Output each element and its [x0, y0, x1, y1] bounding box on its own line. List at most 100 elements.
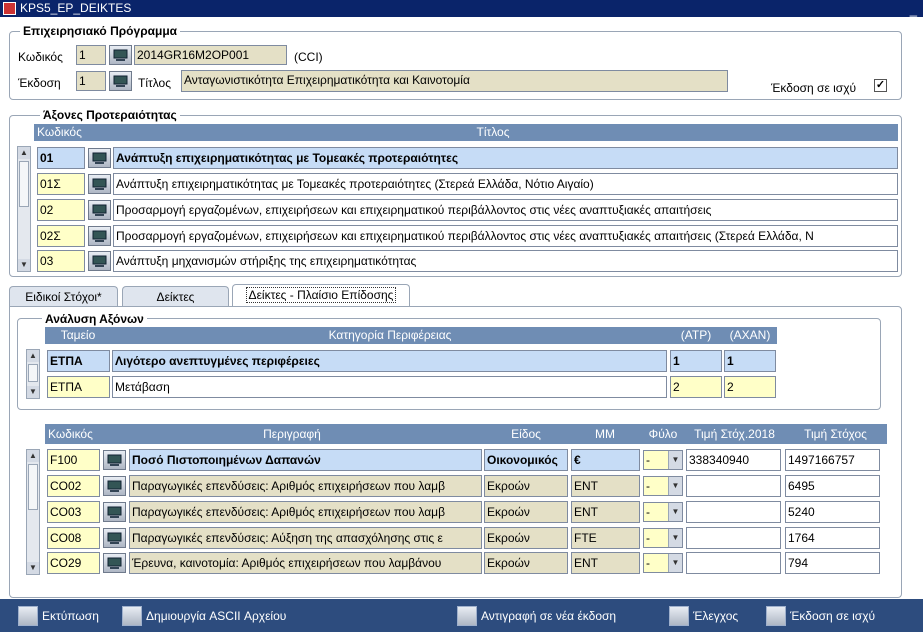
scroll-down-icon[interactable]: ▼ — [27, 386, 39, 398]
version-lov-button[interactable] — [109, 71, 132, 91]
fund-field[interactable]: ΕΤΠΑ — [47, 350, 110, 372]
axes-scrollbar[interactable]: ▲ ▼ — [17, 146, 31, 272]
ind-desc[interactable]: Παραγωγικές επενδύσεις: Αριθμός επιχειρή… — [129, 501, 482, 523]
region-field[interactable]: Λιγότερο ανεπτυγμένες περιφέρειες — [112, 350, 667, 372]
ind-type[interactable]: Εκροών — [484, 501, 568, 523]
scroll-thumb[interactable] — [28, 464, 38, 510]
scroll-down-icon[interactable]: ▼ — [27, 562, 39, 574]
axis-title[interactable]: Προσαρμογή εργαζομένων, επιχειρήσεων και… — [113, 199, 898, 221]
axis-code[interactable]: 02Σ — [37, 225, 85, 247]
scroll-up-icon[interactable]: ▲ — [27, 450, 39, 462]
ind-code[interactable]: CO29 — [47, 552, 100, 574]
ind-target[interactable]: 794 — [785, 552, 880, 574]
ind-type[interactable]: Εκροών — [484, 475, 568, 497]
ind-lov-button[interactable] — [103, 476, 126, 496]
gender-select[interactable]: - ▼ — [643, 528, 683, 548]
cci-field[interactable]: 2014GR16M2OP001 — [134, 45, 287, 65]
ind-desc[interactable]: Ποσό Πιστοποιημένων Δαπανών — [129, 449, 482, 471]
ind-desc[interactable]: Παραγωγικές επενδύσεις: Αύξηση της απασχ… — [129, 527, 482, 549]
version-field[interactable]: 1 — [76, 71, 106, 91]
atp-field[interactable]: 1 — [670, 350, 722, 372]
tab-performance-framework[interactable]: Δείκτες - Πλαίσιο Επίδοσης — [232, 284, 410, 307]
gender-select[interactable]: - ▼ — [643, 476, 683, 496]
ind-desc[interactable]: Παραγωγικές επενδύσεις: Αριθμός επιχειρή… — [129, 475, 482, 497]
minimize-button[interactable]: _ — [910, 1, 917, 18]
axis-code[interactable]: 02 — [37, 199, 85, 221]
analysis-col-atp: (ATP) — [669, 327, 723, 344]
axis-title[interactable]: Ανάπτυξη επιχειρηματικότητας με Τομεακές… — [113, 173, 898, 195]
check-button[interactable]: Έλεγχος — [669, 606, 738, 626]
ind-code[interactable]: CO03 — [47, 501, 100, 523]
program-code-field[interactable]: 1 — [76, 45, 106, 65]
activate-version-button[interactable]: Έκδοση σε ισχύ — [766, 606, 875, 626]
ind-target[interactable]: 1497166757 — [785, 449, 880, 471]
scroll-thumb[interactable] — [19, 161, 29, 207]
ascii-export-button[interactable]: Δημιουργία ASCII Αρχείου — [122, 606, 286, 626]
ind-code[interactable]: CO08 — [47, 527, 100, 549]
ind-lov-button[interactable] — [103, 502, 126, 522]
chevron-down-icon[interactable]: ▼ — [668, 451, 682, 469]
ind-target2018[interactable] — [686, 501, 781, 523]
chevron-down-icon[interactable]: ▼ — [668, 477, 682, 495]
ind-target[interactable]: 6495 — [785, 475, 880, 497]
ind-unit[interactable]: FTE — [571, 527, 640, 549]
ind-code[interactable]: F100 — [47, 449, 100, 471]
axis-lov-button[interactable] — [88, 174, 111, 194]
ind-target[interactable]: 1764 — [785, 527, 880, 549]
analysis-scrollbar[interactable]: ▲ ▼ — [26, 349, 40, 399]
check-icon — [669, 606, 689, 626]
axis-lov-button[interactable] — [88, 226, 111, 246]
ind-type[interactable]: Εκροών — [484, 552, 568, 574]
ind-target[interactable]: 5240 — [785, 501, 880, 523]
ind-target2018[interactable] — [686, 552, 781, 574]
tab-indicators[interactable]: Δείκτες — [122, 286, 229, 307]
scroll-up-icon[interactable]: ▲ — [27, 350, 39, 362]
ind-unit[interactable]: ENT — [571, 501, 640, 523]
atp-field[interactable]: 2 — [670, 376, 722, 398]
chevron-down-icon[interactable]: ▼ — [668, 554, 682, 572]
scroll-down-icon[interactable]: ▼ — [18, 259, 30, 271]
gender-select[interactable]: - ▼ — [643, 553, 683, 573]
ind-type[interactable]: Εκροών — [484, 527, 568, 549]
gender-select[interactable]: - ▼ — [643, 450, 683, 470]
axis-code[interactable]: 01 — [37, 147, 85, 169]
axis-lov-button[interactable] — [88, 200, 111, 220]
axis-title[interactable]: Προσαρμογή εργαζομένων, επιχειρήσεων και… — [113, 225, 898, 247]
ind-desc[interactable]: Έρευνα, καινοτομία: Αριθμός επιχειρήσεων… — [129, 552, 482, 574]
ind-target2018[interactable] — [686, 527, 781, 549]
axis-title[interactable]: Ανάπτυξη επιχειρηματικότητας με Τομεακές… — [113, 147, 898, 169]
ind-code[interactable]: CO02 — [47, 475, 100, 497]
ind-target2018[interactable] — [686, 475, 781, 497]
axis-title[interactable]: Ανάπτυξη μηχανισμών στήριξης της επιχειρ… — [113, 250, 898, 272]
axan-field[interactable]: 2 — [724, 376, 776, 398]
ind-target2018[interactable]: 338340940 — [686, 449, 781, 471]
axis-code[interactable]: 01Σ — [37, 173, 85, 195]
ind-type[interactable]: Οικονομικός — [484, 449, 568, 471]
ind-unit[interactable]: € — [571, 449, 640, 471]
program-lov-button[interactable] — [109, 45, 132, 65]
ind-col-target: Τιμή Στόχος — [784, 424, 887, 444]
ind-unit[interactable]: ENT — [571, 475, 640, 497]
chevron-down-icon[interactable]: ▼ — [668, 503, 682, 521]
ind-lov-button[interactable] — [103, 450, 126, 470]
chevron-down-icon[interactable]: ▼ — [668, 529, 682, 547]
fund-field[interactable]: ΕΤΠΑ — [47, 376, 110, 398]
ind-lov-button[interactable] — [103, 528, 126, 548]
indicators-scrollbar[interactable]: ▲ ▼ — [26, 449, 40, 575]
scroll-up-icon[interactable]: ▲ — [18, 147, 30, 159]
axis-lov-button[interactable] — [88, 148, 111, 168]
ind-lov-button[interactable] — [103, 553, 126, 573]
copy-version-button[interactable]: Αντιγραφή σε νέα έκδοση — [457, 606, 616, 626]
axis-lov-button[interactable] — [88, 251, 111, 271]
print-button[interactable]: Εκτύπωση — [18, 606, 99, 626]
region-field[interactable]: Μετάβαση — [112, 376, 667, 398]
scroll-thumb[interactable] — [28, 364, 38, 382]
axis-code[interactable]: 03 — [37, 250, 85, 272]
analysis-col-region: Κατηγορία Περιφέρειας — [111, 327, 669, 344]
gender-select[interactable]: - ▼ — [643, 502, 683, 522]
program-title-field[interactable]: Ανταγωνιστικότητα Επιχειρηματικότητα και… — [181, 70, 728, 92]
axan-field[interactable]: 1 — [724, 350, 776, 372]
ind-unit[interactable]: ENT — [571, 552, 640, 574]
active-version-checkbox[interactable]: ✓ — [874, 79, 887, 92]
tab-specific-objectives[interactable]: Ειδικοί Στόχοι* — [9, 286, 118, 307]
